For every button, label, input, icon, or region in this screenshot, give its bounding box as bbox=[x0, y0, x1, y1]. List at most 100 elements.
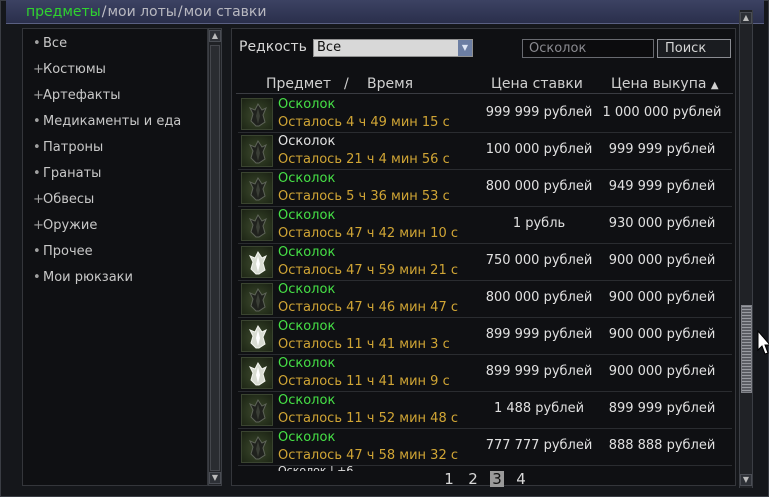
page-button[interactable]: 3 bbox=[490, 471, 504, 487]
tab-my-bids[interactable]: мои ставки bbox=[184, 4, 267, 20]
category-item[interactable]: • Гранаты bbox=[33, 165, 207, 191]
column-header-buyout-label: Цена выкупа bbox=[611, 76, 707, 92]
lots-panel: Редкость Все ▼ Поиск Предмет / Время Цен… bbox=[231, 28, 736, 487]
page-button[interactable]: 4 bbox=[514, 471, 528, 487]
column-header-bid-price[interactable]: Цена ставки bbox=[491, 76, 583, 92]
bullet-icon: • bbox=[33, 270, 41, 285]
lot-buyout-price: 999 999 рублей bbox=[608, 142, 716, 157]
window-scrollbar[interactable]: ▲ ▼ bbox=[739, 10, 753, 488]
lot-row[interactable]: Осколок Осталось 47 ч 42 мин 10 с1 рубль 9… bbox=[238, 207, 732, 244]
column-header-item[interactable]: Предмет bbox=[266, 76, 331, 92]
lot-time-left: Осталось 5 ч 36 мин 53 с bbox=[278, 189, 450, 204]
category-item[interactable]: • Медикаменты и еда bbox=[33, 113, 207, 139]
lot-buyout-price: 1 000 000 рублей bbox=[602, 105, 722, 120]
category-label: Артефакты bbox=[43, 88, 121, 103]
lot-row[interactable]: Осколок Осталось 21 ч 4 мин 56 с 100 000 р… bbox=[238, 133, 732, 170]
lot-time-left: Осталось 11 ч 41 мин 9 с bbox=[278, 374, 450, 389]
rarity-select-value: Все bbox=[317, 40, 342, 55]
scrollbar-thumb[interactable] bbox=[210, 45, 220, 471]
category-item[interactable]: +Оружие bbox=[33, 217, 207, 243]
lot-item-name: Осколок bbox=[278, 134, 336, 149]
category-item[interactable]: • Патроны bbox=[33, 139, 207, 165]
category-label: Гранаты bbox=[43, 166, 102, 181]
lot-row[interactable]: Осколок Осталось 47 ч 46 мин 47 с 800 000 … bbox=[238, 281, 732, 318]
category-item[interactable]: • Прочее bbox=[33, 243, 207, 269]
lot-buyout-price: 888 888 рублей bbox=[608, 438, 716, 453]
category-panel: • Все +Костюмы +Артефакты • Медикаменты и еда… bbox=[22, 28, 208, 486]
category-label: Обвесы bbox=[43, 192, 95, 207]
lot-time-left: Осталось 47 ч 58 мин 32 с bbox=[278, 448, 458, 463]
lot-time-left: Осталось 21 ч 4 мин 56 с bbox=[278, 152, 450, 167]
lot-time-left: Осталось 47 ч 59 мин 21 с bbox=[278, 263, 458, 278]
category-item[interactable]: +Артефакты bbox=[33, 87, 207, 113]
bullet-icon: • bbox=[33, 140, 41, 155]
category-item[interactable]: • Все bbox=[33, 35, 207, 61]
lot-row[interactable]: Осколок Осталось 47 ч 58 мин 32 с 777 777 … bbox=[238, 429, 732, 466]
page-button[interactable]: 1 bbox=[442, 471, 456, 487]
lot-item-name: Осколок bbox=[278, 245, 336, 260]
search-button[interactable]: Поиск bbox=[657, 39, 731, 58]
category-label: Мои рюкзаки bbox=[43, 270, 133, 285]
bullet-icon: • bbox=[33, 114, 41, 129]
scroll-up-arrow-icon[interactable]: ▲ bbox=[209, 30, 221, 42]
lot-item-name: Осколок bbox=[278, 282, 336, 297]
lot-row[interactable]: Осколок Осталось 11 ч 41 мин 3 с 899 999 р… bbox=[238, 318, 732, 355]
lot-item-name: Осколок bbox=[278, 208, 336, 223]
column-header-buyout-price[interactable]: Цена выкупа ▲ bbox=[611, 76, 719, 92]
lots-list: Осколок Осталось 4 ч 49 мин 15 с 999 999 р… bbox=[238, 96, 732, 466]
rarity-select[interactable]: Все ▼ bbox=[313, 39, 473, 57]
lot-item-name: Осколок bbox=[278, 319, 336, 334]
lot-time-left: Осталось 11 ч 41 мин 3 с bbox=[278, 337, 450, 352]
mouse-cursor-icon bbox=[757, 330, 769, 355]
lot-buyout-price: 899 999 рублей bbox=[608, 401, 716, 416]
category-label: Все bbox=[43, 36, 68, 51]
dark-shard-icon bbox=[241, 172, 273, 204]
lot-buyout-price: 900 000 рублей bbox=[608, 364, 716, 379]
column-header-time[interactable]: Время bbox=[367, 76, 413, 92]
scroll-down-arrow-icon[interactable]: ▼ bbox=[740, 474, 752, 486]
dark-shard-icon bbox=[241, 431, 273, 463]
lot-time-left: Осталось 4 ч 49 мин 15 с bbox=[278, 115, 450, 130]
lot-row[interactable]: Осколок Осталось 11 ч 41 мин 9 с 899 999 р… bbox=[238, 355, 732, 392]
light-shard-icon bbox=[241, 320, 273, 352]
lot-row[interactable]: Осколок Осталось 4 ч 49 мин 15 с 999 999 р… bbox=[238, 96, 732, 133]
dark-shard-icon bbox=[241, 394, 273, 426]
category-label: Оружие bbox=[43, 218, 98, 233]
partial-lot-row: Осколок | +6 bbox=[278, 465, 353, 471]
page-button[interactable]: 2 bbox=[466, 471, 480, 487]
lot-buyout-price: 930 000 рублей bbox=[608, 216, 716, 231]
category-item[interactable]: +Костюмы bbox=[33, 61, 207, 87]
expand-plus-icon: + bbox=[33, 62, 44, 77]
category-scrollbar[interactable]: ▲ ▼ bbox=[208, 28, 222, 486]
scroll-down-arrow-icon[interactable]: ▼ bbox=[209, 472, 221, 484]
category-label: Прочее bbox=[43, 244, 93, 259]
search-input[interactable] bbox=[522, 39, 654, 58]
category-item[interactable]: +Обвесы bbox=[33, 191, 207, 217]
category-label: Костюмы bbox=[43, 62, 106, 77]
lot-item-name: Осколок bbox=[278, 356, 336, 371]
dark-shard-icon bbox=[241, 209, 273, 241]
lot-row[interactable]: Осколок Осталось 47 ч 59 мин 21 с 750 000 … bbox=[238, 244, 732, 281]
tab-my-lots[interactable]: мои лоты bbox=[107, 4, 176, 20]
category-item[interactable]: • Мои рюкзаки bbox=[33, 269, 207, 295]
lot-row[interactable]: Осколок Осталось 11 ч 52 мин 48 с1 488 ру… bbox=[238, 392, 732, 429]
scrollbar-thumb[interactable] bbox=[741, 305, 752, 393]
sort-arrow-icon: ▲ bbox=[710, 80, 719, 91]
chevron-down-icon[interactable]: ▼ bbox=[458, 40, 472, 56]
lot-row[interactable]: Осколок Осталось 5 ч 36 мин 53 с 800 000 р… bbox=[238, 170, 732, 207]
header-divider bbox=[236, 93, 733, 94]
dark-shard-icon bbox=[241, 283, 273, 315]
expand-plus-icon: + bbox=[33, 192, 44, 207]
lot-item-name: Осколок bbox=[278, 393, 336, 408]
dark-shard-icon bbox=[241, 98, 273, 130]
column-header-separator: / bbox=[344, 76, 349, 92]
lot-time-left: Осталось 47 ч 42 мин 10 с bbox=[278, 226, 458, 241]
category-label: Патроны bbox=[43, 140, 104, 155]
dark-shard-icon bbox=[241, 135, 273, 167]
scroll-up-arrow-icon[interactable]: ▲ bbox=[740, 12, 752, 24]
category-label: Медикаменты и еда bbox=[43, 114, 182, 129]
lot-time-left: Осталось 47 ч 46 мин 47 с bbox=[278, 300, 458, 315]
expand-plus-icon: + bbox=[33, 88, 44, 103]
tab-items[interactable]: предметы bbox=[26, 4, 101, 20]
lot-buyout-price: 900 000 рублей bbox=[608, 327, 716, 342]
